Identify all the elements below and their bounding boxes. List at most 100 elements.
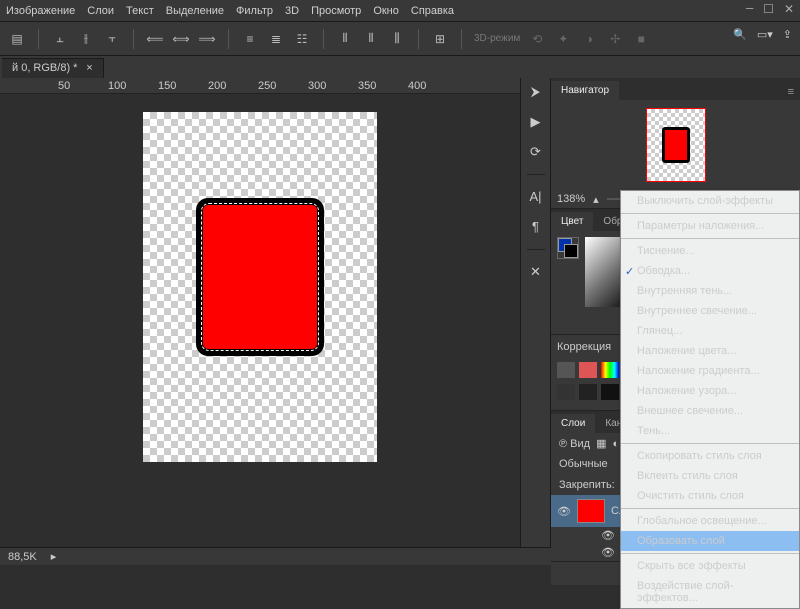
expand-panels-icon[interactable]: ⮞ [527,84,545,100]
menu-text[interactable]: Текст [126,5,154,17]
zoom-value[interactable]: 138% [557,193,585,205]
collapsed-panel-strip: ⮞ ▶ ⟳ A| ¶ ✕ [520,78,550,547]
3d-icon4[interactable]: ✢ [606,30,624,48]
menu-layers[interactable]: Слои [87,5,114,17]
ctx-item[interactable]: Тиснение... [621,241,799,261]
status-memory: 88,5K [8,551,37,563]
zoom-out-icon[interactable]: ▴ [593,193,599,206]
style-swatch[interactable] [557,362,575,378]
navigator-thumbnail[interactable] [646,108,706,182]
rounded-rectangle-shape[interactable] [196,198,324,356]
align-hcenter-icon[interactable]: ⟺ [172,30,190,48]
distribute-v3-icon[interactable]: ☷ [293,30,311,48]
tab-layers[interactable]: Слои [551,414,595,433]
ctx-item[interactable]: Очистить стиль слоя [621,486,799,506]
ctx-item[interactable]: Наложение узора... [621,381,799,401]
tab-color[interactable]: Цвет [551,212,593,231]
style-swatch[interactable] [601,384,619,400]
style-swatch[interactable] [579,362,597,378]
mode-3d-label[interactable]: 3D-режим [474,33,520,44]
document-tabs: й 0, RGB/8) * × [0,56,800,78]
ctx-item[interactable]: Глобальное освещение... [621,511,799,531]
ctx-item[interactable]: Образовать слой [621,531,799,551]
visibility-icon[interactable]: 👁 [557,505,571,518]
divider [527,249,545,250]
auto-align-icon[interactable]: ⊞ [431,30,449,48]
3d-icon3[interactable]: ◑ [580,30,598,48]
ctx-item[interactable]: Глянец... [621,321,799,341]
eye-icon[interactable]: 👁 [601,546,615,559]
ctx-item: Вклеить стиль слоя [621,466,799,486]
align-left-icon[interactable]: ▤ [8,30,26,48]
layer-thumbnail[interactable] [577,499,605,523]
history-icon[interactable]: ⟳ [527,144,545,160]
lock-label: Закрепить: [559,479,615,491]
distribute-v1-icon[interactable]: ≡ [241,30,259,48]
layer-style-context-menu: Выключить слой-эффекты Параметры наложени… [620,190,800,609]
ctx-item[interactable]: Скрыть все эффекты [621,556,799,576]
search-icon[interactable]: 🔍 [733,28,747,41]
style-swatch[interactable] [601,362,619,378]
window-controls: ─ ☐ ✕ [746,2,794,17]
ctx-item[interactable]: Внешнее свечение... [621,401,799,421]
filter-adjust-icon[interactable]: ◐ [612,438,619,450]
status-arrow-icon[interactable]: ▸ [51,550,57,563]
menu-bar: Изображение Слои Текст Выделение Фильтр … [0,0,800,22]
panel-menu-icon[interactable]: ≡ [782,84,800,100]
align-left2-icon[interactable]: ⟸ [146,30,164,48]
tab-navigator[interactable]: Навигатор [551,81,619,100]
close-icon[interactable]: ✕ [784,2,794,17]
paragraph-icon[interactable]: ¶ [527,219,545,235]
workspace-icon[interactable]: ▭▾ [757,28,773,41]
ctx-item[interactable]: Воздействие слой-эффектов... [621,576,799,608]
minimize-icon[interactable]: ─ [746,2,753,17]
ctx-item[interactable]: Скопировать стиль слоя [621,446,799,466]
play-icon[interactable]: ▶ [527,114,545,130]
distribute-h2-icon[interactable]: ⫴ [362,30,380,48]
ctx-item[interactable]: Наложение градиента... [621,361,799,381]
filter-pixel-icon[interactable]: ▦ [596,437,606,450]
document-tab[interactable]: й 0, RGB/8) * × [2,58,104,78]
distribute-h3-icon[interactable]: ⫼ [388,30,406,48]
menu-3d[interactable]: 3D [285,5,299,17]
ctx-item[interactable]: Внутреннее свечение... [621,301,799,321]
divider [527,174,545,175]
style-swatch[interactable] [557,384,575,400]
align-bottom-icon[interactable]: ⫟ [103,30,121,48]
align-vcenter-icon[interactable]: ⫲ [77,30,95,48]
3d-icon2[interactable]: ✦ [554,30,572,48]
3d-icon5[interactable]: ■ [632,30,650,48]
distribute-v2-icon[interactable]: ≣ [267,30,285,48]
ctx-item[interactable]: Наложение цвета... [621,341,799,361]
menu-window[interactable]: Окно [373,5,399,17]
ctx-item[interactable]: Параметры наложения... [621,216,799,236]
ctx-item[interactable]: Внутренняя тень... [621,281,799,301]
tools-icon[interactable]: ✕ [527,264,545,280]
close-tab-icon[interactable]: × [86,62,92,74]
ctx-item[interactable]: Выключить слой-эффекты [621,191,799,211]
eye-icon[interactable]: 👁 [601,529,615,542]
menu-view[interactable]: Просмотр [311,5,361,17]
menu-help[interactable]: Справка [411,5,454,17]
navigator-panel[interactable] [551,100,800,190]
blend-mode-select[interactable]: Обычные [559,458,608,470]
share-icon[interactable]: ⇪ [783,28,792,41]
align-right-icon[interactable]: ⟹ [198,30,216,48]
3d-icon1[interactable]: ⟲ [528,30,546,48]
ctx-item[interactable]: Тень... [621,421,799,441]
canvas[interactable] [143,112,377,462]
menu-select[interactable]: Выделение [166,5,224,17]
ctx-item[interactable]: ✓Обводка... [621,261,799,281]
tab-adjustments[interactable]: Коррекция [557,341,611,356]
fg-bg-swatch[interactable] [557,237,579,259]
layer-filter-label[interactable]: ℗ Вид [559,438,590,450]
options-toolbar: ▤ ⫠ ⫲ ⫟ ⟸ ⟺ ⟹ ≡ ≣ ☷ ⦀ ⫴ ⫼ ⊞ 3D-режим ⟲ ✦… [0,22,800,56]
style-swatch[interactable] [579,384,597,400]
align-top-icon[interactable]: ⫠ [51,30,69,48]
distribute-h1-icon[interactable]: ⦀ [336,30,354,48]
menu-image[interactable]: Изображение [6,5,75,17]
menu-filter[interactable]: Фильтр [236,5,273,17]
ruler-horizontal: 50 100 150 200 250 300 350 400 [0,78,520,94]
maximize-icon[interactable]: ☐ [763,2,774,17]
char-icon[interactable]: A| [527,189,545,205]
